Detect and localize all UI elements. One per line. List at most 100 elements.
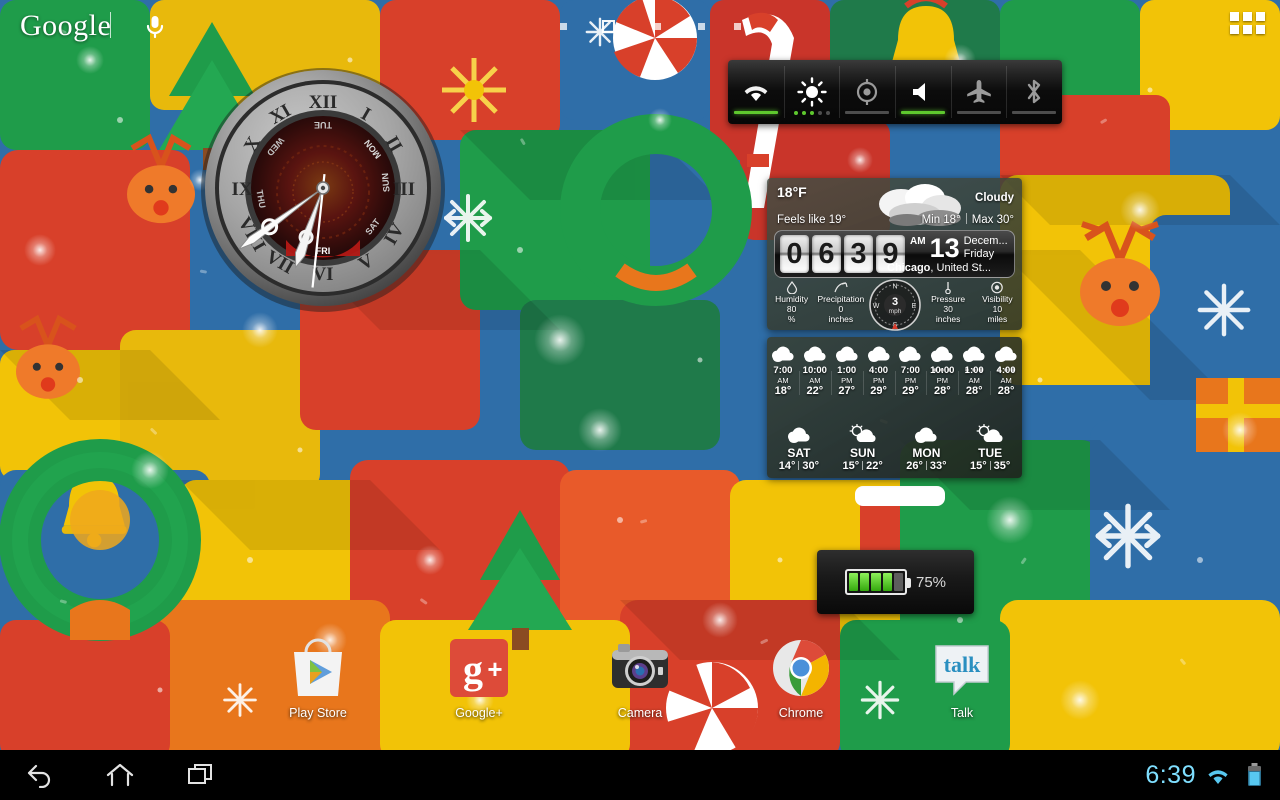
page-dot-1[interactable] — [560, 23, 567, 30]
app-camera[interactable]: Camera — [588, 636, 693, 738]
home-button[interactable] — [80, 750, 160, 800]
chrome-icon — [769, 636, 833, 700]
clock-ampm: AM — [910, 236, 926, 247]
daily-temps: 26° 33° — [895, 460, 959, 472]
app-google-plus[interactable]: g + Google+ — [427, 636, 532, 738]
daily-day: TUE — [978, 446, 1003, 460]
back-button[interactable] — [0, 750, 80, 800]
toggle-bluetooth[interactable] — [1006, 60, 1062, 124]
stat-value: 10 — [992, 304, 1003, 314]
play-store-icon — [286, 636, 350, 700]
hourly-forecast-item: 4:00 AM 28° — [990, 343, 1022, 397]
compass-e: E — [912, 303, 917, 310]
page-dot-3[interactable] — [654, 23, 661, 30]
home-icon — [106, 763, 134, 787]
hourly-ampm: AM — [968, 376, 980, 385]
hourly-temp: 28° — [997, 385, 1015, 397]
stat-pressure: Pressure 30 inches — [924, 280, 973, 330]
stat-precipitation: Precipitation 0 inches — [816, 280, 865, 330]
status-top-bar: Google — [0, 0, 1280, 52]
app-chrome[interactable]: Chrome — [749, 636, 854, 738]
hourly-time: 1:00 — [837, 365, 857, 376]
page-dot-4[interactable] — [698, 23, 705, 30]
forecast-widget[interactable]: 7:00 AM 18° 10:00 AM 22° 1:00 PM 27° 4:00 PM 29° 7:0… — [767, 337, 1022, 478]
daily-temps: 15° 35° — [958, 460, 1022, 472]
date-weekday: Friday — [963, 247, 995, 260]
system-clock[interactable]: 6:39 — [1145, 761, 1196, 790]
wind-compass: N S E W 3 mph — [869, 279, 921, 331]
location-city: Chicago — [887, 262, 931, 274]
svg-text:SUN: SUN — [380, 173, 392, 193]
google-plus-icon: g + — [447, 636, 511, 700]
toggle-airplane[interactable] — [950, 60, 1007, 124]
google-logo[interactable]: Google — [20, 9, 111, 43]
recents-button[interactable] — [160, 750, 240, 800]
daily-day: SUN — [849, 446, 876, 460]
cloudy-icon — [863, 343, 895, 365]
apps-grid-icon[interactable] — [1230, 12, 1265, 38]
toggle-gps[interactable] — [839, 60, 895, 124]
hourly-time: 10:00 — [802, 365, 827, 376]
wifi-icon[interactable] — [1206, 766, 1230, 786]
battery-segment — [871, 573, 881, 591]
toggle-wifi[interactable] — [728, 60, 784, 124]
toggle-brightness[interactable] — [783, 60, 840, 124]
hourly-ampm: PM — [872, 376, 885, 385]
stat-unit: miles — [987, 314, 1008, 324]
brightness-dot — [801, 111, 806, 115]
hourly-ampm: PM — [904, 376, 917, 385]
app-label: Google+ — [455, 706, 503, 720]
airplane-state-indicator — [956, 111, 1001, 114]
hourly-forecast-item: 4:00 PM 29° — [862, 343, 895, 397]
svg-text:III: III — [393, 179, 415, 200]
stat-unit: % — [787, 314, 796, 324]
hourly-time: 7:00 — [900, 365, 920, 376]
hourly-ampm: AM — [1000, 376, 1012, 385]
hourly-temp: 29° — [902, 385, 919, 397]
snow-cloud-icon — [767, 424, 831, 446]
app-label: Play Store — [289, 706, 347, 720]
page-dot-5[interactable] — [734, 23, 741, 30]
snow-cloud-icon — [990, 343, 1022, 372]
talk-wordmark: talk — [944, 652, 981, 677]
svg-text:+: + — [487, 654, 502, 684]
talk-icon: talk — [930, 636, 994, 700]
location-label: Chicago, United St... — [887, 262, 991, 274]
stat-label: Visibility — [982, 294, 1013, 304]
battery-icon — [844, 569, 911, 595]
daily-day: SAT — [787, 446, 811, 460]
daily-forecast-item: SAT 14° 30° — [767, 424, 831, 472]
battery-widget[interactable]: 75% — [817, 550, 974, 614]
app-talk[interactable]: talk Talk — [910, 636, 1015, 738]
volume-icon — [910, 77, 936, 107]
hourly-forecast-row: 7:00 AM 18° 10:00 AM 22° 1:00 PM 27° 4:00 PM 29° 7:0… — [767, 337, 1022, 397]
battery-segment — [860, 573, 870, 591]
analog-clock-widget[interactable]: XII I II III IV V VI VII VIII IX X XI MO… — [198, 62, 448, 318]
humidity-icon — [767, 281, 816, 295]
camera-icon — [608, 636, 672, 700]
daily-temps: 14° 30° — [767, 460, 831, 472]
microphone-icon[interactable] — [142, 13, 168, 41]
daily-high: 30° — [802, 460, 820, 472]
battery-icon[interactable] — [1247, 763, 1262, 787]
hourly-temp: 28° — [965, 385, 983, 397]
brightness-dot — [809, 111, 814, 115]
stat-humidity: Humidity 80 % — [767, 280, 816, 330]
page-dot-2-current[interactable] — [602, 20, 615, 33]
cloudy-icon — [831, 343, 863, 365]
partly-sunny-icon — [958, 423, 1022, 446]
daily-high: 33° — [929, 460, 947, 472]
stat-value: 30 — [943, 304, 953, 314]
app-play-store[interactable]: Play Store — [266, 636, 371, 738]
max-temp: Max 30° — [971, 214, 1014, 226]
battery-segment — [882, 573, 892, 591]
stat-label: Humidity — [775, 294, 809, 304]
stat-value: 80 — [786, 304, 797, 314]
cloudy-icon — [895, 343, 927, 365]
flip-clock[interactable]: 0 6 3 9 AM 13 Decem... Friday Chicago, U… — [774, 230, 1015, 278]
daily-low: 15° — [842, 460, 860, 472]
stat-value: 0 — [838, 304, 844, 314]
gps-state-indicator — [845, 111, 890, 114]
brightness-icon — [796, 77, 827, 107]
toggle-volume[interactable] — [895, 60, 951, 124]
